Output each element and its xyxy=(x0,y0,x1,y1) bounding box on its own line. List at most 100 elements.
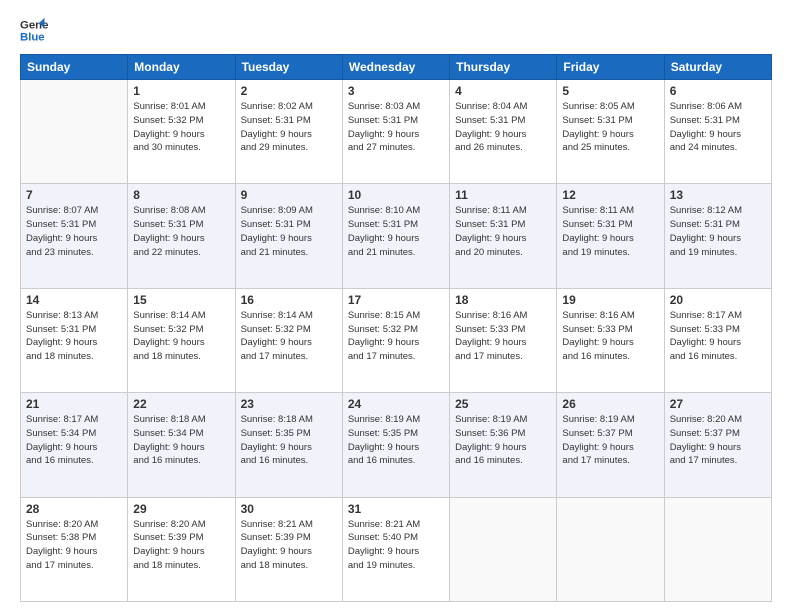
day-number: 13 xyxy=(670,188,766,202)
calendar-cell: 25 Sunrise: 8:19 AMSunset: 5:36 PMDayligh… xyxy=(450,393,557,497)
day-number: 11 xyxy=(455,188,551,202)
calendar-cell: 12 Sunrise: 8:11 AMSunset: 5:31 PMDayligh… xyxy=(557,184,664,288)
day-header-monday: Monday xyxy=(128,55,235,80)
day-number: 28 xyxy=(26,502,122,516)
day-number: 12 xyxy=(562,188,658,202)
calendar-cell: 17 Sunrise: 8:15 AMSunset: 5:32 PMDayligh… xyxy=(342,288,449,392)
day-info: Sunrise: 8:13 AMSunset: 5:31 PMDaylight:… xyxy=(26,309,122,364)
day-number: 5 xyxy=(562,84,658,98)
calendar-cell: 11 Sunrise: 8:11 AMSunset: 5:31 PMDayligh… xyxy=(450,184,557,288)
day-number: 30 xyxy=(241,502,337,516)
calendar-cell: 29 Sunrise: 8:20 AMSunset: 5:39 PMDayligh… xyxy=(128,497,235,601)
day-number: 1 xyxy=(133,84,229,98)
day-info: Sunrise: 8:02 AMSunset: 5:31 PMDaylight:… xyxy=(241,100,337,155)
calendar-cell: 8Sunrise: 8:08 AMSunset: 5:31 PMDaylight… xyxy=(128,184,235,288)
logo: General Blue xyxy=(20,16,52,44)
day-info: Sunrise: 8:12 AMSunset: 5:31 PMDaylight:… xyxy=(670,204,766,259)
calendar-cell xyxy=(664,497,771,601)
day-number: 15 xyxy=(133,293,229,307)
calendar-cell: 5Sunrise: 8:05 AMSunset: 5:31 PMDaylight… xyxy=(557,80,664,184)
day-info: Sunrise: 8:18 AMSunset: 5:34 PMDaylight:… xyxy=(133,413,229,468)
calendar-cell: 15 Sunrise: 8:14 AMSunset: 5:32 PMDayligh… xyxy=(128,288,235,392)
day-info: Sunrise: 8:04 AMSunset: 5:31 PMDaylight:… xyxy=(455,100,551,155)
calendar-week-2: 7 Sunrise: 8:07 AMSunset: 5:31 PMDaylight… xyxy=(21,184,772,288)
day-number: 3 xyxy=(348,84,444,98)
logo-icon: General Blue xyxy=(20,16,48,44)
day-info: Sunrise: 8:10 AMSunset: 5:31 PMDaylight:… xyxy=(348,204,444,259)
header: General Blue xyxy=(20,16,772,44)
calendar-cell: 20 Sunrise: 8:17 AMSunset: 5:33 PMDayligh… xyxy=(664,288,771,392)
day-info: Sunrise: 8:17 AMSunset: 5:33 PMDaylight:… xyxy=(670,309,766,364)
calendar-cell: 26 Sunrise: 8:19 AMSunset: 5:37 PMDayligh… xyxy=(557,393,664,497)
day-header-saturday: Saturday xyxy=(664,55,771,80)
calendar-table: SundayMondayTuesdayWednesdayThursdayFrid… xyxy=(20,54,772,602)
day-info: Sunrise: 8:18 AMSunset: 5:35 PMDaylight:… xyxy=(241,413,337,468)
day-info: Sunrise: 8:19 AMSunset: 5:36 PMDaylight:… xyxy=(455,413,551,468)
day-info: Sunrise: 8:20 AMSunset: 5:39 PMDaylight:… xyxy=(133,518,229,573)
calendar-cell: 9 Sunrise: 8:09 AMSunset: 5:31 PMDaylight… xyxy=(235,184,342,288)
calendar-cell: 4 Sunrise: 8:04 AMSunset: 5:31 PMDaylight… xyxy=(450,80,557,184)
day-number: 26 xyxy=(562,397,658,411)
day-info: Sunrise: 8:16 AMSunset: 5:33 PMDaylight:… xyxy=(562,309,658,364)
calendar-header-row: SundayMondayTuesdayWednesdayThursdayFrid… xyxy=(21,55,772,80)
day-info: Sunrise: 8:06 AMSunset: 5:31 PMDaylight:… xyxy=(670,100,766,155)
day-info: Sunrise: 8:16 AMSunset: 5:33 PMDaylight:… xyxy=(455,309,551,364)
calendar-week-1: 1 Sunrise: 8:01 AMSunset: 5:32 PMDaylight… xyxy=(21,80,772,184)
calendar-week-4: 21Sunrise: 8:17 AMSunset: 5:34 PMDayligh… xyxy=(21,393,772,497)
day-number: 8 xyxy=(133,188,229,202)
day-header-sunday: Sunday xyxy=(21,55,128,80)
day-info: Sunrise: 8:20 AMSunset: 5:37 PMDaylight:… xyxy=(670,413,766,468)
day-number: 20 xyxy=(670,293,766,307)
calendar-cell: 6 Sunrise: 8:06 AMSunset: 5:31 PMDaylight… xyxy=(664,80,771,184)
page: General Blue SundayMondayTuesdayWednesda… xyxy=(0,0,792,612)
day-info: Sunrise: 8:11 AMSunset: 5:31 PMDaylight:… xyxy=(562,204,658,259)
day-info: Sunrise: 8:15 AMSunset: 5:32 PMDaylight:… xyxy=(348,309,444,364)
calendar-cell: 2Sunrise: 8:02 AMSunset: 5:31 PMDaylight… xyxy=(235,80,342,184)
day-info: Sunrise: 8:19 AMSunset: 5:37 PMDaylight:… xyxy=(562,413,658,468)
day-info: Sunrise: 8:21 AMSunset: 5:40 PMDaylight:… xyxy=(348,518,444,573)
day-number: 29 xyxy=(133,502,229,516)
calendar-cell: 10 Sunrise: 8:10 AMSunset: 5:31 PMDayligh… xyxy=(342,184,449,288)
day-number: 24 xyxy=(348,397,444,411)
day-info: Sunrise: 8:21 AMSunset: 5:39 PMDaylight:… xyxy=(241,518,337,573)
day-number: 19 xyxy=(562,293,658,307)
calendar-cell: 19 Sunrise: 8:16 AMSunset: 5:33 PMDayligh… xyxy=(557,288,664,392)
calendar-week-5: 28Sunrise: 8:20 AMSunset: 5:38 PMDayligh… xyxy=(21,497,772,601)
day-info: Sunrise: 8:14 AMSunset: 5:32 PMDaylight:… xyxy=(241,309,337,364)
day-number: 31 xyxy=(348,502,444,516)
calendar-cell: 13 Sunrise: 8:12 AMSunset: 5:31 PMDayligh… xyxy=(664,184,771,288)
day-number: 17 xyxy=(348,293,444,307)
day-number: 16 xyxy=(241,293,337,307)
day-number: 4 xyxy=(455,84,551,98)
calendar-cell: 28Sunrise: 8:20 AMSunset: 5:38 PMDayligh… xyxy=(21,497,128,601)
calendar-cell: 16 Sunrise: 8:14 AMSunset: 5:32 PMDayligh… xyxy=(235,288,342,392)
day-info: Sunrise: 8:03 AMSunset: 5:31 PMDaylight:… xyxy=(348,100,444,155)
day-header-tuesday: Tuesday xyxy=(235,55,342,80)
calendar-week-3: 14 Sunrise: 8:13 AMSunset: 5:31 PMDayligh… xyxy=(21,288,772,392)
calendar-cell: 21Sunrise: 8:17 AMSunset: 5:34 PMDayligh… xyxy=(21,393,128,497)
day-number: 27 xyxy=(670,397,766,411)
calendar-cell: 27 Sunrise: 8:20 AMSunset: 5:37 PMDayligh… xyxy=(664,393,771,497)
day-info: Sunrise: 8:19 AMSunset: 5:35 PMDaylight:… xyxy=(348,413,444,468)
day-header-wednesday: Wednesday xyxy=(342,55,449,80)
day-info: Sunrise: 8:14 AMSunset: 5:32 PMDaylight:… xyxy=(133,309,229,364)
day-number: 25 xyxy=(455,397,551,411)
day-info: Sunrise: 8:09 AMSunset: 5:31 PMDaylight:… xyxy=(241,204,337,259)
day-number: 9 xyxy=(241,188,337,202)
day-number: 7 xyxy=(26,188,122,202)
calendar-cell: 7 Sunrise: 8:07 AMSunset: 5:31 PMDaylight… xyxy=(21,184,128,288)
calendar-cell: 23Sunrise: 8:18 AMSunset: 5:35 PMDayligh… xyxy=(235,393,342,497)
calendar-cell xyxy=(450,497,557,601)
calendar-cell xyxy=(557,497,664,601)
day-number: 10 xyxy=(348,188,444,202)
day-number: 22 xyxy=(133,397,229,411)
calendar-cell: 30 Sunrise: 8:21 AMSunset: 5:39 PMDayligh… xyxy=(235,497,342,601)
day-info: Sunrise: 8:07 AMSunset: 5:31 PMDaylight:… xyxy=(26,204,122,259)
calendar-cell: 31 Sunrise: 8:21 AMSunset: 5:40 PMDayligh… xyxy=(342,497,449,601)
day-header-thursday: Thursday xyxy=(450,55,557,80)
calendar-cell: 14 Sunrise: 8:13 AMSunset: 5:31 PMDayligh… xyxy=(21,288,128,392)
day-info: Sunrise: 8:11 AMSunset: 5:31 PMDaylight:… xyxy=(455,204,551,259)
day-number: 6 xyxy=(670,84,766,98)
day-info: Sunrise: 8:01 AMSunset: 5:32 PMDaylight:… xyxy=(133,100,229,155)
day-number: 14 xyxy=(26,293,122,307)
